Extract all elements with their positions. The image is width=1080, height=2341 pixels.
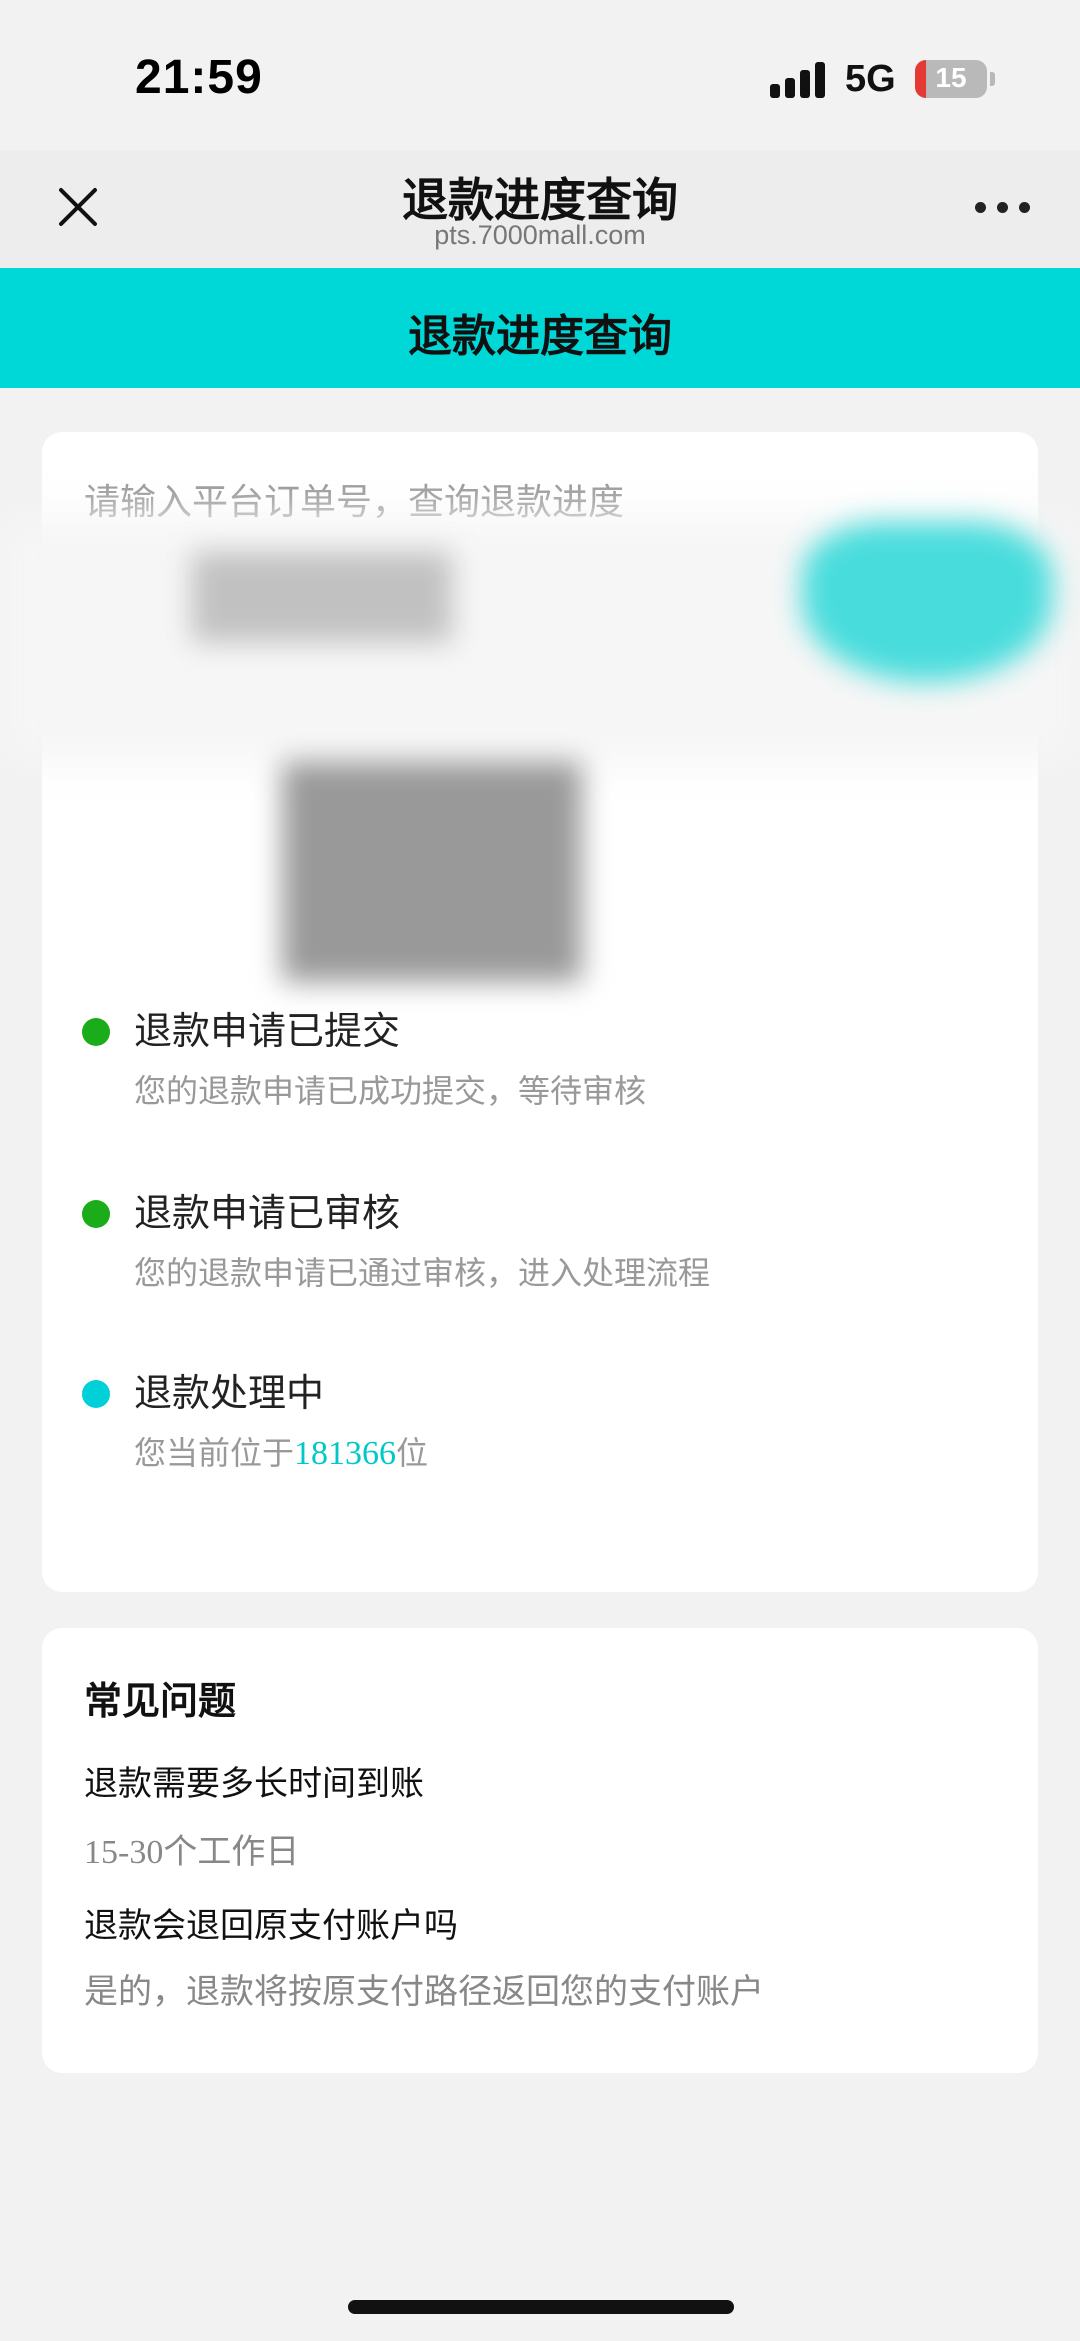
faq-question: 退款需要多长时间到账 — [84, 1764, 424, 1804]
redacted-scribble — [192, 552, 452, 642]
page-title: 退款进度查询 — [408, 311, 672, 362]
faq-card: 常见问题 退款需要多长时间到账 15-30个工作日 退款会退回原支付账户吗 是的… — [42, 1628, 1038, 2073]
status-dot — [82, 1018, 110, 1046]
queue-suffix: 位 — [396, 1434, 429, 1472]
faq-title: 常见问题 — [84, 1679, 237, 1723]
queue-prefix: 您当前位于 — [134, 1434, 295, 1472]
page-header: 退款进度查询 — [0, 268, 1080, 388]
battery-percent: 15 — [935, 62, 967, 93]
step-description: 您当前位于181366位 — [134, 1428, 428, 1474]
step-title: 退款处理中 — [134, 1371, 325, 1415]
network-type: 5G — [845, 58, 896, 100]
status-dot — [82, 1380, 110, 1408]
step-description: 您的退款申请已成功提交，等待审核 — [134, 1072, 647, 1110]
app-screen: 21:59 5G 15 退款进度查询 pts.7000mall.com 退款进度… — [0, 0, 1080, 2341]
signal-icon — [770, 62, 826, 98]
faq-answer: 是的，退款将按原支付路径返回您的支付账户 — [84, 1972, 764, 2012]
faq-answer: 15-30个工作日 — [84, 1834, 300, 1871]
refund-query-card: 退款申请已提交 您的退款申请已成功提交，等待审核 退款申请已审核 您的退款申请已… — [0, 432, 1080, 1592]
home-indicator[interactable] — [348, 2300, 734, 2314]
queue-position: 181366 — [294, 1435, 397, 1472]
redacted-scribble-teal — [802, 522, 1052, 682]
step-description: 您的退款申请已通过审核，进入处理流程 — [134, 1254, 711, 1292]
status-dot — [82, 1200, 110, 1228]
step-title: 退款申请已审核 — [134, 1191, 401, 1235]
battery-cap — [990, 72, 995, 86]
status-bar: 21:59 5G 15 — [0, 0, 1080, 150]
more-icon[interactable] — [975, 202, 1031, 216]
nav-bar: 退款进度查询 pts.7000mall.com — [0, 150, 1080, 268]
battery-icon: 15 — [915, 60, 987, 98]
step-title: 退款申请已提交 — [134, 1009, 401, 1053]
nav-url: pts.7000mall.com — [434, 220, 646, 250]
status-time: 21:59 — [135, 51, 263, 104]
redacted-order-info — [282, 762, 582, 982]
faq-question: 退款会退回原支付账户吗 — [84, 1906, 458, 1946]
